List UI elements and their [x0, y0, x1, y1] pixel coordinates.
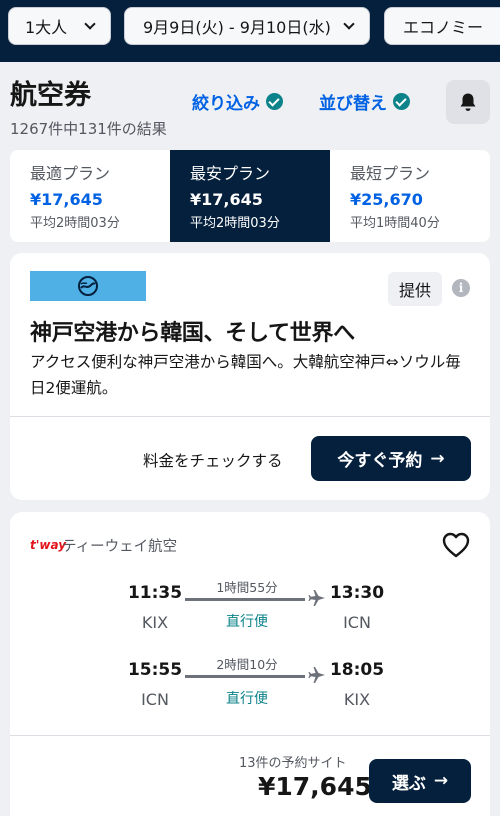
outbound-leg: 11:35 KIX 1時間55分 直行便 13:30 ICN	[10, 580, 490, 643]
dates-value: 9月9日(火) - 9月10日(水)	[143, 18, 331, 37]
plan-tabs: 最適プラン ¥17,645 平均2時間03分 最安プラン ¥17,645 平均2…	[10, 150, 490, 242]
search-bar: 1大人 9月9日(火) - 9月10日(水) エコノミー	[0, 0, 500, 62]
tab-best-plan[interactable]: 最適プラン ¥17,645 平均2時間03分	[10, 150, 170, 242]
chevron-down-icon	[343, 17, 355, 30]
dates-dropdown[interactable]: 9月9日(火) - 9月10日(水)	[124, 7, 370, 45]
arrival-airport: ICN	[343, 613, 371, 632]
plan-price: ¥25,670	[350, 190, 423, 209]
flight-price: ¥17,645	[258, 772, 372, 801]
arrow-right-icon: →	[433, 771, 449, 791]
airline-logo: t'way	[30, 538, 67, 552]
korean-air-logo-icon	[78, 276, 98, 296]
departure-time: 15:55	[127, 660, 183, 680]
arrival-airport: KIX	[343, 690, 371, 709]
airline-name: ティーウェイ航空	[62, 539, 178, 555]
travelers-value: 1大人	[25, 18, 68, 37]
return-leg: 15:55 ICN 2時間10分 直行便 18:05 KIX	[10, 657, 490, 720]
book-now-button[interactable]: 今すぐ予約 →	[311, 436, 471, 481]
filter-button[interactable]: 絞り込み	[192, 89, 283, 114]
departure-airport: ICN	[141, 690, 169, 709]
airline-ad-logo	[30, 271, 146, 301]
arrival-time: 18:05	[329, 660, 385, 680]
plan-name: 最安プラン	[190, 164, 271, 183]
flight-duration: 1時間55分	[216, 580, 278, 595]
flight-result-card[interactable]: t'way ティーウェイ航空 11:35 KIX 1時間55分 直行便 13:3…	[10, 512, 490, 816]
check-icon	[393, 93, 410, 110]
select-button[interactable]: 選ぶ →	[369, 759, 471, 803]
result-count: 1267件中131件の結果	[10, 120, 167, 138]
sponsored-badge: 提供	[388, 272, 442, 306]
stops-label: 直行便	[226, 614, 268, 630]
select-label: 選ぶ	[391, 773, 426, 794]
plan-price: ¥17,645	[30, 190, 103, 209]
check-icon	[266, 93, 283, 110]
route-line	[185, 675, 305, 678]
arrival-time: 13:30	[329, 583, 385, 603]
bell-icon	[460, 93, 476, 111]
tab-cheapest-plan[interactable]: 最安プラン ¥17,645 平均2時間03分	[170, 150, 330, 242]
sort-button[interactable]: 並び替え	[319, 89, 410, 114]
plan-name: 最適プラン	[30, 164, 111, 183]
booking-sites-count: 13件の予約サイト	[239, 756, 347, 771]
plan-avg-time: 平均2時間03分	[190, 216, 280, 231]
travelers-dropdown[interactable]: 1大人	[8, 7, 111, 45]
book-now-label: 今すぐ予約	[337, 451, 423, 471]
sponsored-ad-card: 提供 i 神戸空港から韓国、そして世界へ アクセス便利な神戸空港から韓国へ。大韓…	[10, 253, 490, 500]
ad-description: アクセス便利な神戸空港から韓国へ。大韓航空神戸⇔ソウル毎日2便運航。	[30, 353, 461, 397]
price-alert-button[interactable]	[446, 80, 490, 124]
filter-label: 絞り込み	[192, 94, 260, 114]
ad-title: 神戸空港から韓国、そして世界へ	[30, 321, 355, 346]
tab-fastest-plan[interactable]: 最短プラン ¥25,670 平均1時間40分	[330, 150, 490, 242]
plan-price: ¥17,645	[190, 190, 263, 209]
heart-icon[interactable]	[442, 532, 470, 558]
sort-label: 並び替え	[319, 94, 387, 114]
plan-name: 最短プラン	[350, 164, 431, 183]
arrow-right-icon: →	[430, 448, 445, 469]
divider	[10, 416, 490, 417]
departure-time: 11:35	[127, 583, 183, 603]
info-icon[interactable]: i	[452, 279, 470, 297]
chevron-down-icon	[84, 17, 96, 30]
divider	[10, 735, 490, 736]
route-line	[185, 598, 305, 601]
plan-avg-time: 平均2時間03分	[30, 216, 120, 231]
page-title: 航空券	[10, 80, 91, 111]
stops-label: 直行便	[226, 691, 268, 707]
departure-airport: KIX	[141, 613, 169, 632]
cabin-dropdown[interactable]: エコノミー	[384, 7, 500, 45]
flight-duration: 2時間10分	[216, 657, 278, 672]
cabin-value: エコノミー	[403, 18, 484, 37]
check-price-link[interactable]: 料金をチェックする	[143, 449, 283, 471]
plan-avg-time: 平均1時間40分	[350, 216, 440, 231]
